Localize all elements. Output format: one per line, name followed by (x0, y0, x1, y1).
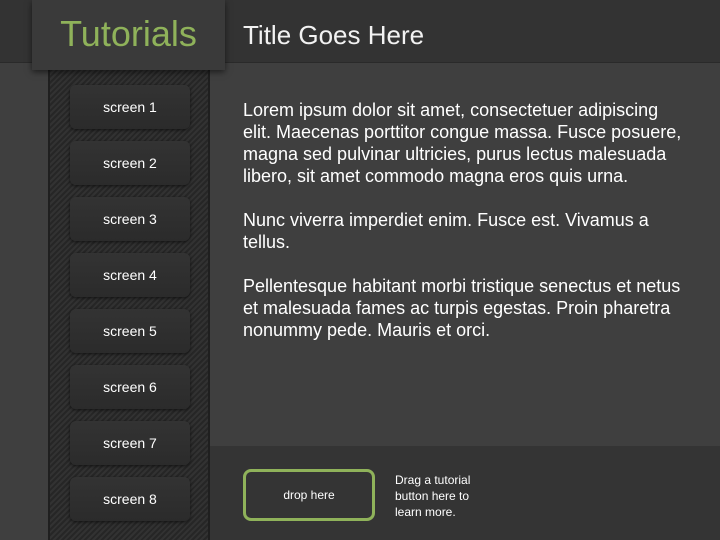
page-title: Title Goes Here (243, 20, 425, 50)
sidebar-item-screen-6[interactable]: screen 6 (70, 365, 190, 409)
bottom-bar: drop here Drag a tutorial button here to… (208, 446, 720, 540)
drop-zone[interactable]: drop here (243, 469, 375, 521)
sidebar-item-screen-2[interactable]: screen 2 (70, 141, 190, 185)
sidebar-item-screen-8[interactable]: screen 8 (70, 477, 190, 521)
content-paragraph-1: Lorem ipsum dolor sit amet, consectetuer… (243, 100, 682, 186)
content-paragraph-2: Nunc viverra imperdiet enim. Fusce est. … (243, 210, 649, 252)
sidebar-item-screen-1[interactable]: screen 1 (70, 85, 190, 129)
sidebar-item-screen-3[interactable]: screen 3 (70, 197, 190, 241)
sidebar-item-screen-7[interactable]: screen 7 (70, 421, 190, 465)
content-paragraph-3: Pellentesque habitant morbi tristique se… (243, 276, 681, 340)
logo-text: Tutorials (60, 13, 197, 54)
sidebar: screen 1 screen 2 screen 3 screen 4 scre… (48, 70, 210, 540)
drop-hint: Drag a tutorial button here to learn mor… (395, 473, 471, 519)
sidebar-item-screen-4[interactable]: screen 4 (70, 253, 190, 297)
content-area: Lorem ipsum dolor sit amet, consectetuer… (243, 99, 683, 363)
logo-box: Tutorials (32, 0, 225, 70)
sidebar-item-screen-5[interactable]: screen 5 (70, 309, 190, 353)
